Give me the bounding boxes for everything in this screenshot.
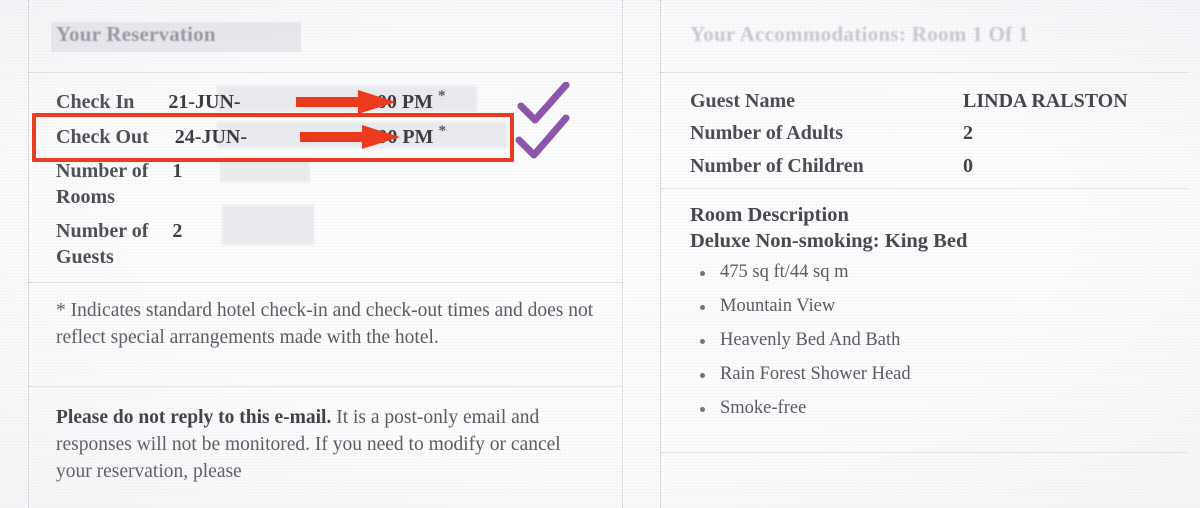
do-not-reply-notice-bold: Please do not reply to this e-mail. (56, 407, 332, 428)
table-rule-left (28, 0, 29, 508)
number-of-rooms-value: 1 (172, 160, 183, 182)
accommodations-section-title: Your Accommodations: Room 1 Of 1 (690, 22, 1029, 46)
guest-name-label: Guest Name (690, 90, 795, 112)
room-description-value: Deluxe Non-smoking: King Bed (690, 230, 968, 252)
check-times-footnote: * Indicates standard hotel check-in and … (56, 300, 594, 348)
number-of-children-label: Number of Children (690, 155, 864, 177)
check-out-label: Check Out (56, 125, 149, 148)
scan-smudge-rooms (220, 158, 310, 182)
amenities-list: 475 sq ft/44 sq m Mountain View Heavenly… (696, 262, 911, 432)
check-out-time: - 3:00 PM (349, 125, 434, 148)
guest-name-row: Guest Name LINDA RALSTON (690, 90, 1128, 113)
check-in-row: Check In 21-JUN- - 4:00 PM * (56, 88, 446, 114)
table-rule-mid-a (622, 0, 623, 508)
number-of-adults-value: 2 (963, 122, 973, 144)
check-out-footnote-marker: * (438, 123, 446, 139)
room-description-label: Room Description (690, 204, 849, 226)
check-in-footnote-marker: * (438, 88, 446, 104)
number-of-guests-value: 2 (172, 220, 183, 242)
list-item: Smoke-free (696, 398, 911, 419)
check-in-date: 21-JUN- (168, 90, 241, 113)
number-of-rooms-label: Number of (56, 160, 149, 182)
check-out-row: Check Out 24-JUN- - 3:00 PM * (56, 123, 446, 149)
scan-smudge-guests (222, 205, 314, 245)
check-in-label: Check In (56, 90, 135, 113)
list-item: 475 sq ft/44 sq m (696, 262, 911, 283)
reservation-section-title: Your Reservation (56, 22, 216, 46)
number-of-guests-label-cont: Guests (56, 246, 114, 268)
guest-name-value: LINDA RALSTON (963, 90, 1128, 112)
list-item: Heavenly Bed And Bath (696, 330, 911, 351)
number-of-guests-row: Number of 2 (56, 220, 182, 243)
check-out-date: 24-JUN- (174, 125, 248, 148)
number-of-adults-row: Number of Adults 2 (690, 122, 973, 145)
accommodations-panel: Your Accommodations: Room 1 Of 1 Guest N… (690, 0, 1190, 508)
number-of-guests-label: Number of (56, 220, 149, 242)
number-of-rooms-row: Number of 1 (56, 160, 182, 183)
reservation-panel: Your Reservation Check In 21-JUN- - 4:00… (42, 0, 622, 508)
list-item: Mountain View (696, 296, 911, 317)
check-in-time: - 4:00 PM (348, 90, 433, 113)
number-of-children-value: 0 (963, 155, 973, 177)
number-of-adults-label: Number of Adults (690, 122, 843, 144)
do-not-reply-notice: Please do not reply to this e-mail. It i… (56, 404, 596, 485)
table-rule-mid-b (660, 0, 661, 508)
number-of-rooms-label-cont: Rooms (56, 186, 115, 208)
list-item: Rain Forest Shower Head (696, 364, 911, 385)
number-of-children-row: Number of Children 0 (690, 155, 973, 178)
